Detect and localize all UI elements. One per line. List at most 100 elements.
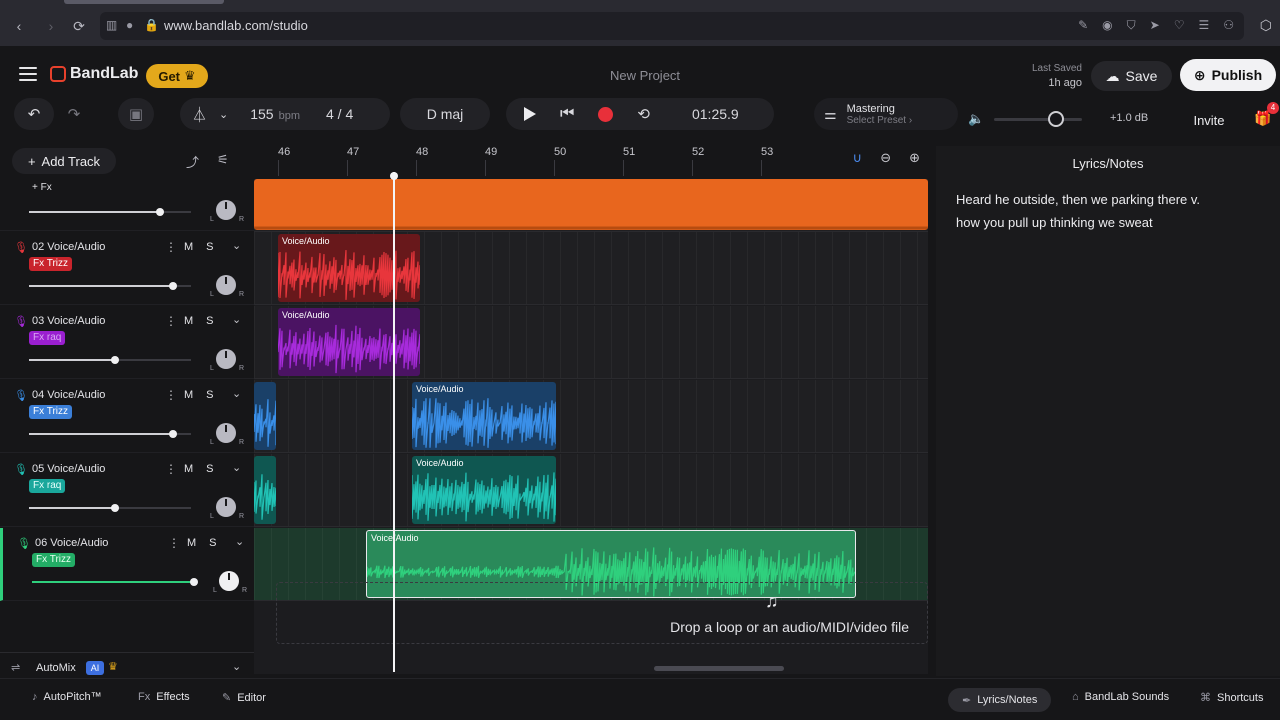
redo-button[interactable]: ↷ (54, 98, 94, 130)
track-name[interactable]: 02 Voice/Audio (32, 241, 105, 253)
playhead[interactable] (390, 172, 398, 672)
track-name[interactable]: 03 Voice/Audio (32, 315, 105, 327)
timeline[interactable]: ∪ ⊖ ⊕ 46 47 48 49 50 51 52 53 Voice/Audio Voice/… (254, 142, 928, 674)
chevron-down-icon[interactable]: ⌄ (232, 461, 241, 474)
record-icon[interactable] (598, 106, 614, 122)
publish-button[interactable]: ⊕ Publish (1180, 59, 1276, 91)
mute-button[interactable]: M (184, 389, 193, 401)
edit-icon[interactable]: ✎ (1078, 18, 1088, 33)
project-title[interactable]: New Project (560, 68, 730, 83)
heart-icon[interactable]: ♡ (1174, 18, 1185, 33)
chevron-down-icon[interactable]: ⌄ (232, 387, 241, 400)
track-lane[interactable]: Voice/Audio (254, 380, 928, 453)
mute-button[interactable]: M (184, 463, 193, 475)
menu-icon[interactable] (19, 67, 37, 81)
track-volume-slider[interactable] (29, 504, 191, 512)
bar-ruler[interactable]: ∪ ⊖ ⊕ 46 47 48 49 50 51 52 53 (254, 142, 928, 179)
key-selector[interactable]: D maj (400, 98, 490, 130)
chevron-down-icon[interactable]: ⌄ (232, 239, 241, 252)
bar-number[interactable]: 50 (554, 146, 566, 158)
speaker-icon[interactable]: 🔈 (968, 111, 984, 127)
track-volume-slider[interactable] (32, 578, 198, 586)
slider-handle[interactable] (169, 282, 177, 290)
zoom-out-icon[interactable]: ⊖ (880, 150, 891, 166)
reload-icon[interactable]: ⟳ (70, 17, 88, 35)
track-name[interactable]: 05 Voice/Audio (32, 463, 105, 475)
fx-badge[interactable]: Fx Trizz (32, 553, 75, 567)
mute-button[interactable]: M (184, 315, 193, 327)
back-icon[interactable]: ‹ (10, 17, 28, 35)
editor-toggle-button[interactable]: ▣ (118, 98, 154, 130)
slider-handle[interactable] (169, 430, 177, 438)
invite-button[interactable]: Invite (1180, 106, 1238, 134)
chevron-down-icon[interactable]: ⌄ (232, 660, 241, 673)
track-volume-slider[interactable] (29, 356, 191, 364)
lyrics-editor[interactable]: Heard he outside, then we parking there … (956, 188, 1266, 234)
drop-zone[interactable]: ♫ Drop a loop or an audio/MIDI/video fil… (276, 582, 928, 644)
track-volume-slider[interactable] (29, 430, 191, 438)
track-name[interactable]: 04 Voice/Audio (32, 389, 105, 401)
shield-icon[interactable]: ⛉ (1127, 18, 1136, 33)
mixer-icon[interactable]: ⚟ (217, 152, 229, 171)
camera-icon[interactable]: ◉ (1102, 18, 1112, 33)
lyrics-notes-button[interactable]: ✒ Lyrics/Notes (948, 688, 1052, 712)
forward-icon[interactable]: › (42, 17, 60, 35)
reader-icon[interactable]: ▥ (106, 18, 117, 32)
track-lane[interactable]: Voice/Audio (254, 454, 928, 527)
slider-handle[interactable] (111, 356, 119, 364)
snap-magnet-icon[interactable]: ∪ (853, 150, 863, 166)
bar-number[interactable]: 48 (416, 146, 428, 158)
track-row[interactable]: 🎙 04 Voice/Audio ⋮ M S ⌄ Fx Trizz L R (0, 380, 254, 453)
track-volume-slider[interactable] (29, 208, 191, 216)
mic-permission-icon[interactable]: ● (126, 18, 133, 32)
audio-clip[interactable]: Voice/Audio (278, 308, 420, 376)
audio-clip[interactable]: Voice/Audio (278, 234, 420, 302)
fx-add-button[interactable]: + Fx (32, 182, 52, 193)
automation-icon[interactable]: ⤴ (186, 152, 199, 171)
list-icon[interactable]: ☰ (1198, 18, 1209, 33)
slider-handle[interactable] (190, 578, 198, 586)
metronome-icon[interactable]: ⏃ (192, 104, 207, 125)
profile-icon[interactable]: ⚇ (1223, 18, 1234, 33)
bar-number[interactable]: 51 (623, 146, 635, 158)
track-row[interactable]: 🎙 06 Voice/Audio ⋮ M S ⌄ Fx Trizz L R (0, 528, 254, 601)
undo-button[interactable]: ↶ (14, 98, 54, 130)
skip-to-start-icon[interactable]: ⏮ (560, 105, 574, 123)
audio-clip[interactable] (254, 456, 276, 524)
track-row[interactable]: 🎙 03 Voice/Audio ⋮ M S ⌄ Fx raq L R (0, 306, 254, 379)
more-options-icon[interactable]: ⋮ (165, 462, 177, 476)
track-row[interactable]: 🎙 02 Voice/Audio ⋮ M S ⌄ Fx Trizz L R (0, 232, 254, 305)
solo-button[interactable]: S (206, 315, 213, 327)
solo-button[interactable]: S (209, 537, 216, 549)
master-volume-handle[interactable] (1047, 111, 1064, 127)
fx-badge[interactable]: Fx raq (29, 331, 66, 345)
mastering-button[interactable]: ⚌ Mastering Select Preset › (814, 98, 958, 130)
bar-number[interactable]: 52 (692, 146, 704, 158)
loop-icon[interactable]: ⟲ (637, 105, 650, 123)
track-name[interactable]: 06 Voice/Audio (35, 537, 108, 549)
more-options-icon[interactable]: ⋮ (165, 240, 177, 254)
track-volume-slider[interactable] (29, 282, 191, 290)
audio-clip[interactable]: Voice/Audio (412, 456, 556, 524)
solo-button[interactable]: S (206, 241, 213, 253)
save-button[interactable]: ☁ Save (1091, 61, 1172, 91)
track-lane[interactable]: Voice/Audio (254, 232, 928, 305)
master-volume-slider[interactable] (994, 118, 1082, 121)
chevron-down-icon[interactable]: ⌄ (232, 313, 241, 326)
editor-button[interactable]: ✎ Editor (222, 691, 266, 705)
effects-button[interactable]: Fx Effects (138, 691, 190, 703)
bar-number[interactable]: 53 (761, 146, 773, 158)
slider-handle[interactable] (156, 208, 164, 216)
brand-logo[interactable]: BandLab (50, 65, 138, 83)
shortcuts-button[interactable]: ⌘ Shortcuts (1200, 691, 1263, 705)
horizontal-scrollbar[interactable] (654, 666, 784, 671)
browser-tab[interactable] (64, 0, 224, 4)
fx-badge[interactable]: Fx Trizz (29, 257, 72, 271)
send-icon[interactable]: ➤ (1150, 18, 1160, 33)
bar-number[interactable]: 47 (347, 146, 359, 158)
mute-button[interactable]: M (187, 537, 196, 549)
zoom-in-icon[interactable]: ⊕ (909, 150, 920, 166)
slider-handle[interactable] (111, 504, 119, 512)
fx-badge[interactable]: Fx raq (29, 479, 66, 493)
bar-number[interactable]: 49 (485, 146, 497, 158)
